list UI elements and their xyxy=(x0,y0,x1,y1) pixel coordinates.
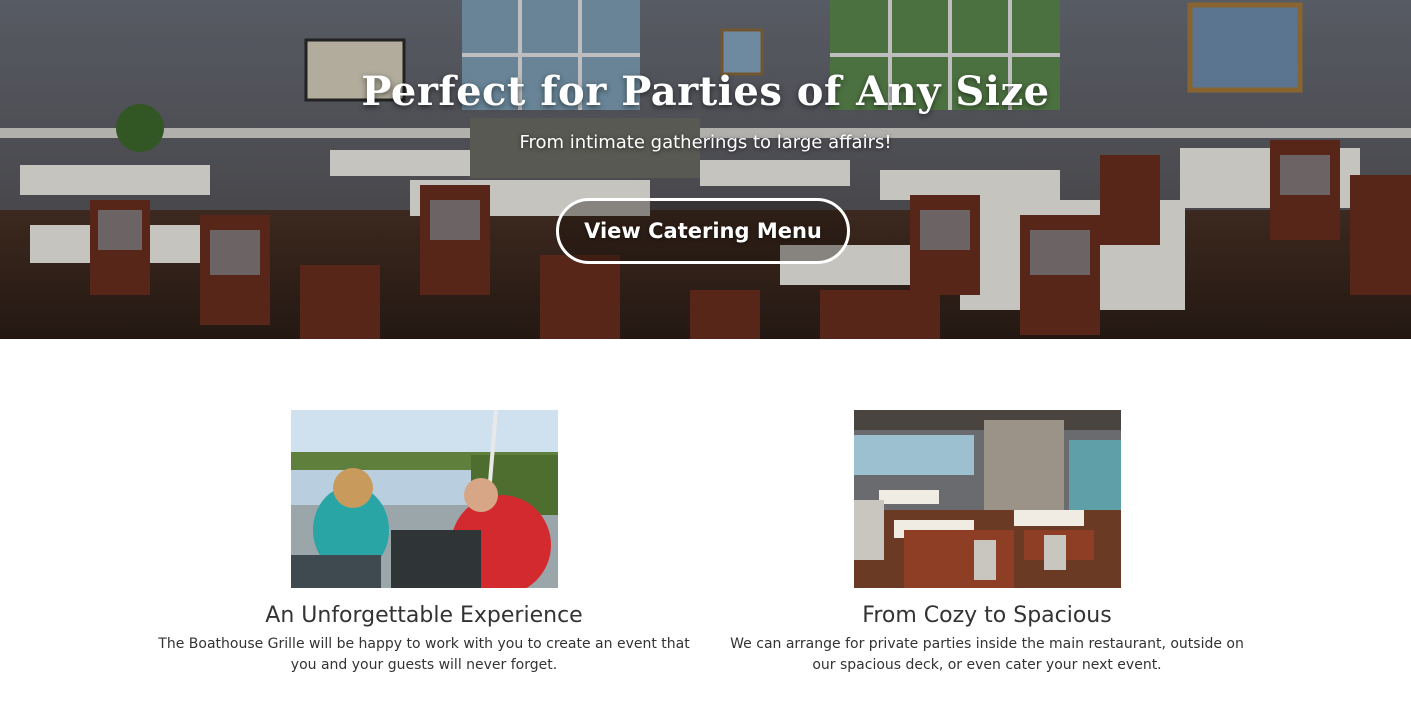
hero-banner: Perfect for Parties of Any Size From int… xyxy=(0,0,1411,339)
feature-description: The Boathouse Grille will be happy to wo… xyxy=(158,636,690,673)
features-section: An Unforgettable Experience The Boathous… xyxy=(0,339,1411,708)
restaurant-interior-photo xyxy=(853,410,1121,588)
hero-title: Perfect for Parties of Any Size xyxy=(361,68,1050,115)
feature-card-experience: An Unforgettable Experience The Boathous… xyxy=(154,339,694,676)
feature-description: We can arrange for private parties insid… xyxy=(730,636,1244,673)
feature-card-spaces: From Cozy to Spacious We can arrange for… xyxy=(717,339,1257,676)
view-catering-menu-button[interactable]: View Catering Menu xyxy=(556,198,850,264)
hero-overlay xyxy=(0,0,1411,339)
hero-subtitle: From intimate gatherings to large affair… xyxy=(519,132,892,153)
feature-title: An Unforgettable Experience xyxy=(265,603,583,628)
feature-title: From Cozy to Spacious xyxy=(862,603,1112,628)
lakeside-dining-photo xyxy=(290,410,558,588)
